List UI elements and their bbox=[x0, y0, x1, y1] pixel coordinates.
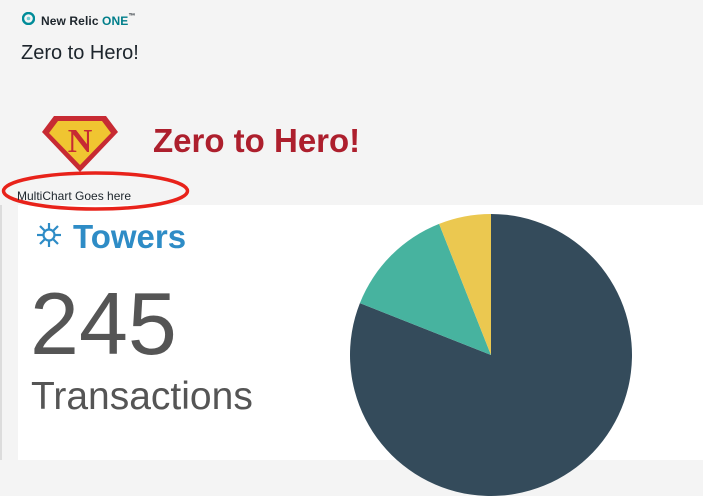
metric-label: Transactions bbox=[31, 375, 253, 418]
new-relic-logo-icon bbox=[21, 11, 36, 30]
tower-icon bbox=[35, 221, 63, 254]
metric-value: 245 bbox=[30, 274, 177, 373]
brand-accent: ONE bbox=[102, 14, 129, 28]
pie-chart[interactable] bbox=[350, 214, 632, 496]
header-area bbox=[0, 0, 703, 205]
page-title: Zero to Hero! bbox=[21, 42, 139, 64]
brand-main: New Relic bbox=[41, 14, 103, 28]
widget-title: Towers bbox=[73, 218, 187, 255]
logo-letter: N bbox=[68, 123, 93, 160]
hero-title: Zero to Hero! bbox=[153, 122, 361, 159]
widget-header: Towers bbox=[35, 218, 186, 256]
superhero-logo-icon: N bbox=[42, 116, 118, 172]
brand[interactable]: New Relic ONE™ bbox=[21, 11, 136, 30]
brand-tm: ™ bbox=[128, 13, 136, 20]
brand-name: New Relic ONE™ bbox=[41, 13, 136, 28]
multichart-placeholder-label: MultiChart Goes here bbox=[17, 189, 132, 203]
